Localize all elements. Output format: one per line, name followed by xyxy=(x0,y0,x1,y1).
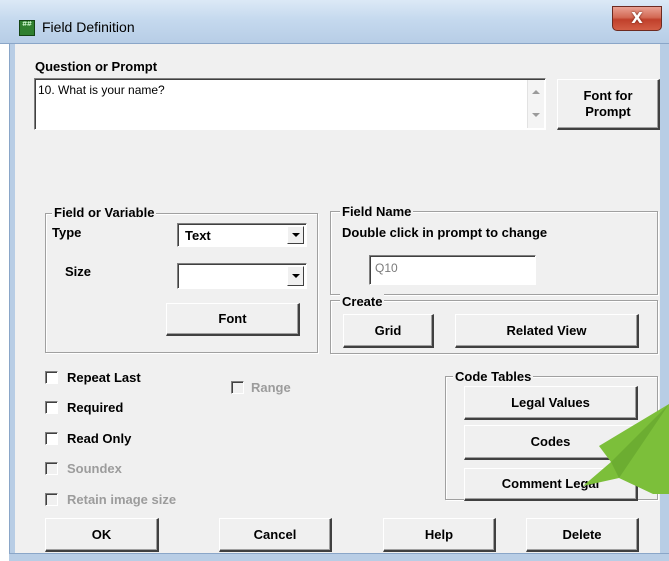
retain-image-size-checkbox[interactable] xyxy=(45,493,58,506)
close-icon: X xyxy=(631,9,643,27)
field-name-title: Field Name xyxy=(340,204,414,219)
field-name-hint: Double click in prompt to change xyxy=(342,225,548,240)
window-frame-bottom xyxy=(9,553,669,561)
required-checkbox[interactable] xyxy=(45,401,58,414)
app-icon: ## xyxy=(19,20,35,36)
field-or-variable-title: Field or Variable xyxy=(52,205,157,220)
type-dropdown-button[interactable] xyxy=(287,226,304,244)
scroll-down-icon[interactable] xyxy=(532,113,540,117)
type-combobox[interactable]: Text xyxy=(177,223,307,247)
range-label: Range xyxy=(251,380,291,395)
prompt-textarea[interactable]: 10. What is your name? xyxy=(34,78,546,130)
font-for-prompt-button[interactable]: Font for Prompt xyxy=(557,79,660,130)
window-title: Field Definition xyxy=(42,19,135,35)
field-name-input[interactable]: Q10 xyxy=(369,255,536,285)
font-button[interactable]: Font xyxy=(166,303,300,336)
range-checkbox[interactable] xyxy=(231,381,244,394)
related-view-button[interactable]: Related View xyxy=(455,314,639,348)
size-dropdown-button[interactable] xyxy=(287,266,304,286)
soundex-label: Soundex xyxy=(67,461,122,476)
create-title: Create xyxy=(340,294,385,309)
prompt-text: 10. What is your name? xyxy=(38,83,165,97)
type-value: Text xyxy=(185,228,211,243)
chevron-down-icon xyxy=(291,274,300,278)
cancel-button[interactable]: Cancel xyxy=(219,518,332,552)
code-tables-title: Code Tables xyxy=(453,369,534,384)
close-button[interactable]: X xyxy=(612,6,662,31)
ok-button[interactable]: OK xyxy=(45,518,159,552)
prompt-label: Question or Prompt xyxy=(35,59,158,74)
delete-button[interactable]: Delete xyxy=(526,518,639,552)
soundex-checkbox[interactable] xyxy=(45,462,58,475)
scroll-up-icon[interactable] xyxy=(532,90,540,94)
size-combobox[interactable] xyxy=(177,263,307,289)
repeat-last-label[interactable]: Repeat Last xyxy=(67,370,141,385)
retain-image-size-label: Retain image size xyxy=(67,492,177,507)
field-name-value: Q10 xyxy=(375,261,398,275)
grid-button[interactable]: Grid xyxy=(343,314,434,348)
type-label: Type xyxy=(52,225,82,240)
help-button[interactable]: Help xyxy=(383,518,496,552)
chevron-down-icon xyxy=(291,233,300,237)
annotation-arrow-icon xyxy=(583,404,669,494)
required-label[interactable]: Required xyxy=(67,400,123,415)
size-label: Size xyxy=(65,264,92,279)
prompt-scrollbar[interactable] xyxy=(527,80,544,128)
read-only-checkbox[interactable] xyxy=(45,432,58,445)
read-only-label[interactable]: Read Only xyxy=(67,431,131,446)
repeat-last-checkbox[interactable] xyxy=(45,371,58,384)
